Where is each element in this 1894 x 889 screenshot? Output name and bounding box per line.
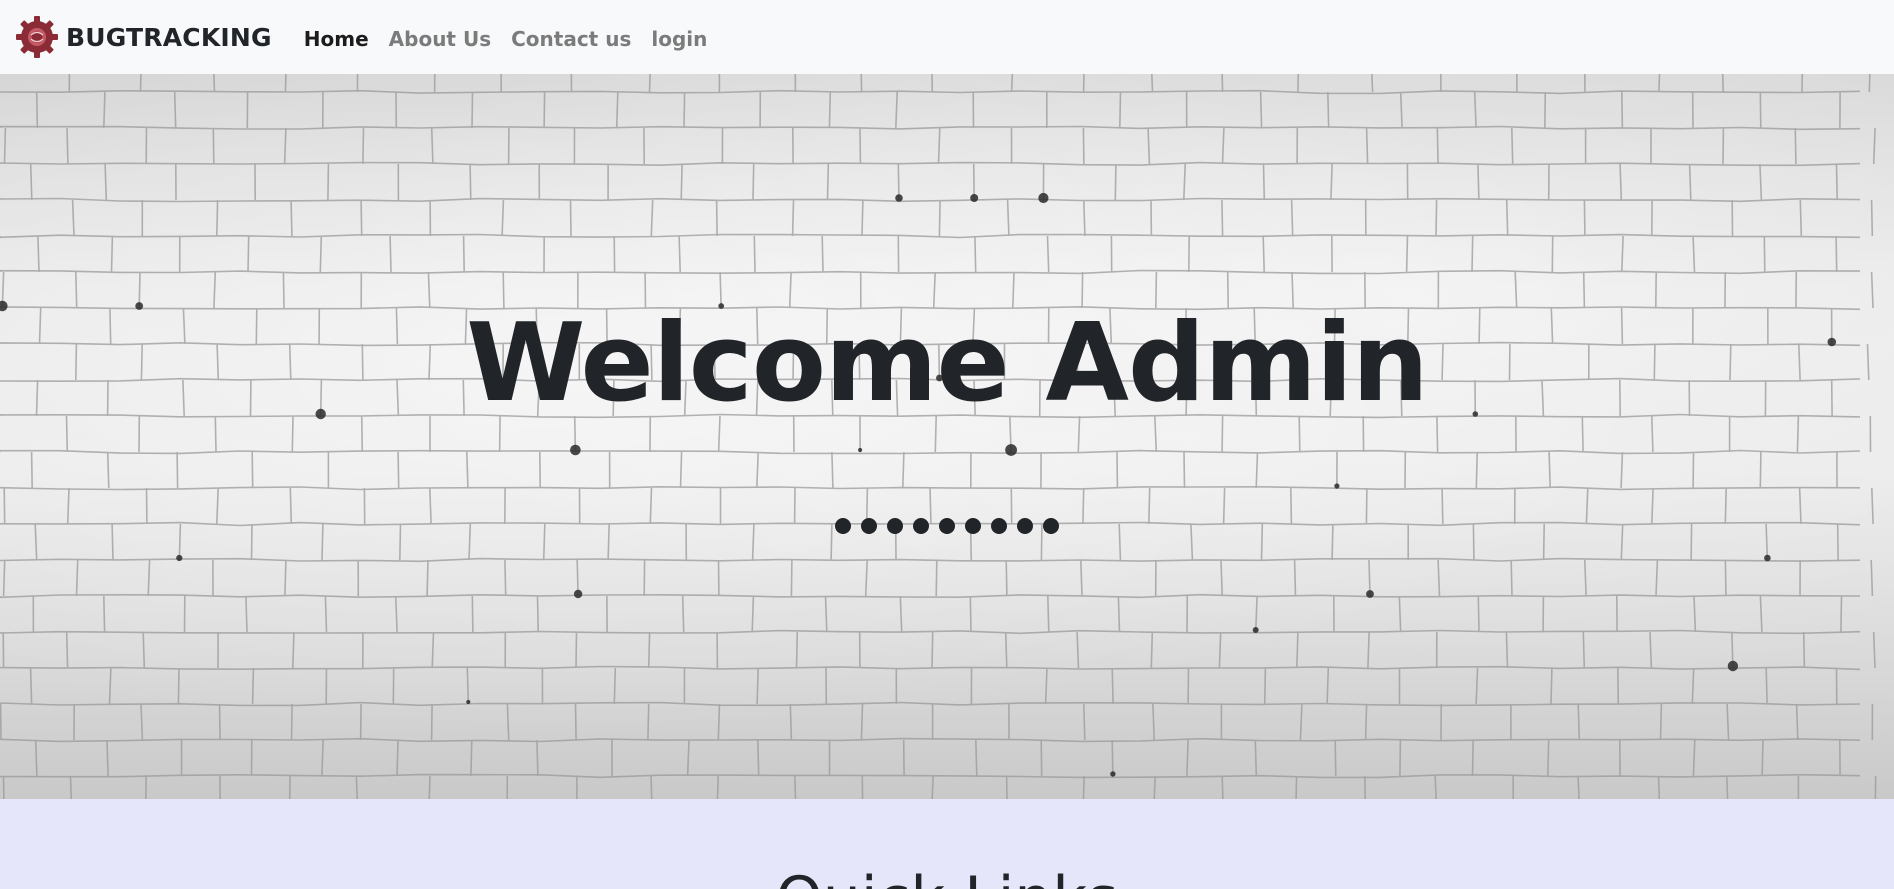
nav-link-login[interactable]: login xyxy=(641,27,717,51)
password-dot xyxy=(1017,518,1033,534)
nav-links: Home About Us Contact us login xyxy=(294,27,718,51)
nav-link-contact-us[interactable]: Contact us xyxy=(501,27,641,51)
password-dot xyxy=(965,518,981,534)
password-dot xyxy=(887,518,903,534)
password-dot xyxy=(835,518,851,534)
nav-link-home[interactable]: Home xyxy=(294,27,379,51)
gear-logo-icon xyxy=(16,16,58,58)
password-dot xyxy=(939,518,955,534)
quick-links-section: Quick Links xyxy=(0,799,1894,889)
masked-password-display xyxy=(0,518,1894,534)
password-dot xyxy=(913,518,929,534)
welcome-title: Welcome Admin xyxy=(466,301,1428,426)
password-dot xyxy=(861,518,877,534)
quick-links-heading: Quick Links xyxy=(0,869,1894,889)
password-dot xyxy=(1043,518,1059,534)
navbar: BUGTRACKING Home About Us Contact us log… xyxy=(0,0,1894,74)
nav-link-about-us[interactable]: About Us xyxy=(379,27,501,51)
brick-wall-background xyxy=(0,74,1877,799)
password-dot xyxy=(991,518,1007,534)
brand-name: BUGTRACKING xyxy=(66,22,272,52)
hero-banner: Welcome Admin xyxy=(0,74,1894,799)
brand-link[interactable]: BUGTRACKING xyxy=(16,16,272,58)
